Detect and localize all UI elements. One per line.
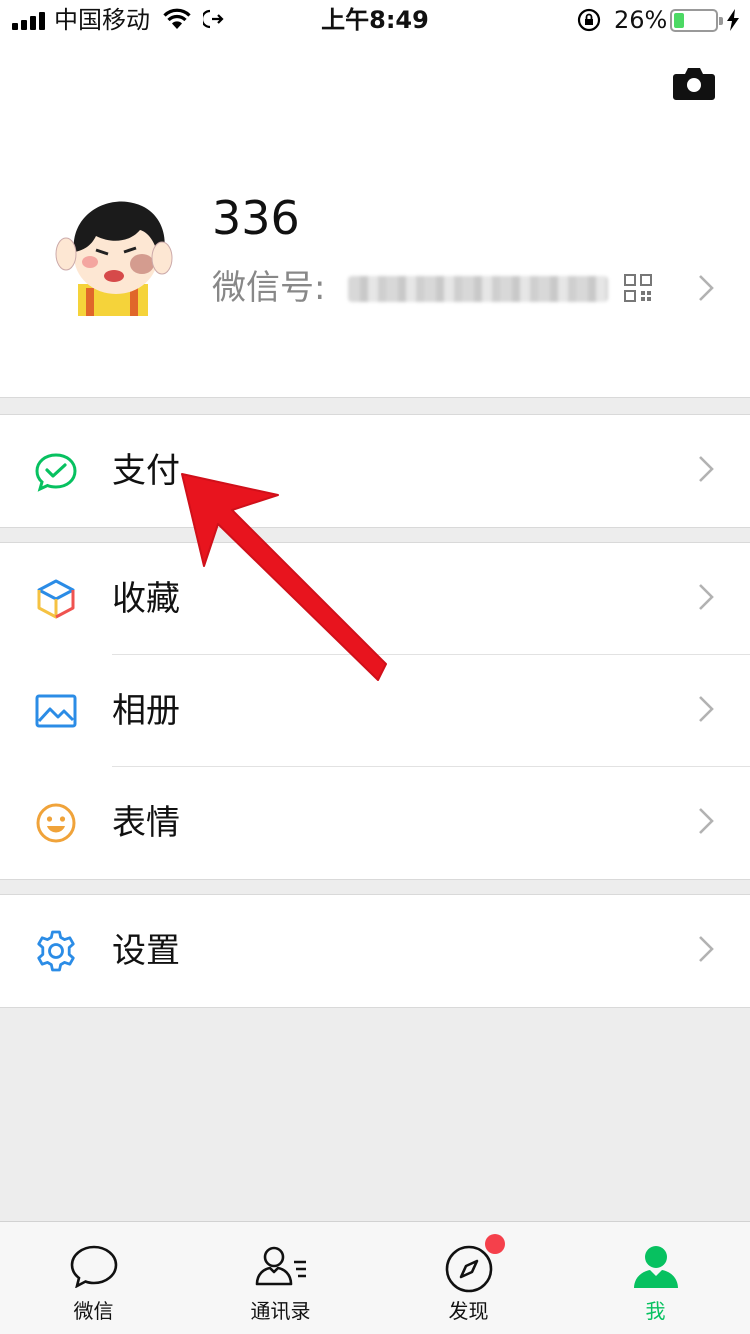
battery-percent: 26%	[614, 6, 668, 34]
menu-group-content: 收藏 相册 表情	[0, 542, 750, 880]
notification-badge	[485, 1234, 505, 1254]
charging-bolt-icon	[727, 9, 739, 31]
smiley-icon	[36, 803, 76, 843]
chevron-right-icon	[699, 456, 714, 482]
profile-chevron-right-icon	[699, 275, 714, 301]
menu-label-pay: 支付	[112, 451, 180, 491]
gear-icon	[37, 930, 75, 972]
tab-label-me: 我	[645, 1299, 666, 1323]
wechat-pay-icon	[35, 453, 77, 492]
tab-bar: 微信 通讯录 发现 我	[0, 1221, 750, 1334]
image-icon	[35, 694, 77, 728]
contacts-icon	[255, 1246, 306, 1286]
battery-icon	[670, 9, 723, 32]
tab-label-chats: 微信	[73, 1299, 114, 1323]
wechat-id-label: 微信号:	[212, 268, 326, 308]
avatar[interactable]	[52, 192, 176, 316]
orientation-lock-icon	[577, 8, 601, 32]
tab-contacts[interactable]: 通讯录	[187, 1222, 374, 1334]
tab-chats[interactable]: 微信	[0, 1222, 187, 1334]
chevron-right-icon	[699, 584, 714, 610]
cube-icon	[37, 579, 75, 619]
tab-label-discover: 发现	[448, 1299, 489, 1323]
wechat-id-value	[348, 276, 608, 302]
chat-bubble-icon	[70, 1245, 117, 1288]
menu-label-favorites: 收藏	[112, 579, 180, 619]
status-bar: 中国移动 上午8:49 26%	[0, 0, 750, 40]
menu-label-stickers: 表情	[112, 803, 180, 843]
menu-item-pay[interactable]: 支付	[0, 415, 750, 527]
tab-me[interactable]: 我	[562, 1222, 749, 1334]
profile-name: 336	[212, 191, 300, 245]
chevron-right-icon	[699, 808, 714, 834]
menu-group-settings: 设置	[0, 894, 750, 1008]
tab-label-contacts: 通讯录	[250, 1299, 311, 1323]
menu-item-stickers[interactable]: 表情	[0, 767, 750, 879]
chevron-right-icon	[699, 696, 714, 722]
menu-item-favorites[interactable]: 收藏	[0, 543, 750, 655]
menu-item-album[interactable]: 相册	[0, 655, 750, 767]
profile-header[interactable]: 336 微信号:	[0, 40, 750, 398]
camera-icon[interactable]	[673, 66, 715, 100]
qr-code-icon[interactable]	[624, 274, 652, 302]
compass-icon	[445, 1245, 492, 1293]
tab-discover[interactable]: 发现	[375, 1222, 562, 1334]
menu-label-album: 相册	[112, 691, 180, 731]
menu-item-settings[interactable]: 设置	[0, 895, 750, 1007]
menu-group-pay: 支付	[0, 414, 750, 528]
menu-label-settings: 设置	[112, 931, 180, 971]
person-icon	[633, 1246, 678, 1288]
chevron-right-icon	[699, 936, 714, 962]
